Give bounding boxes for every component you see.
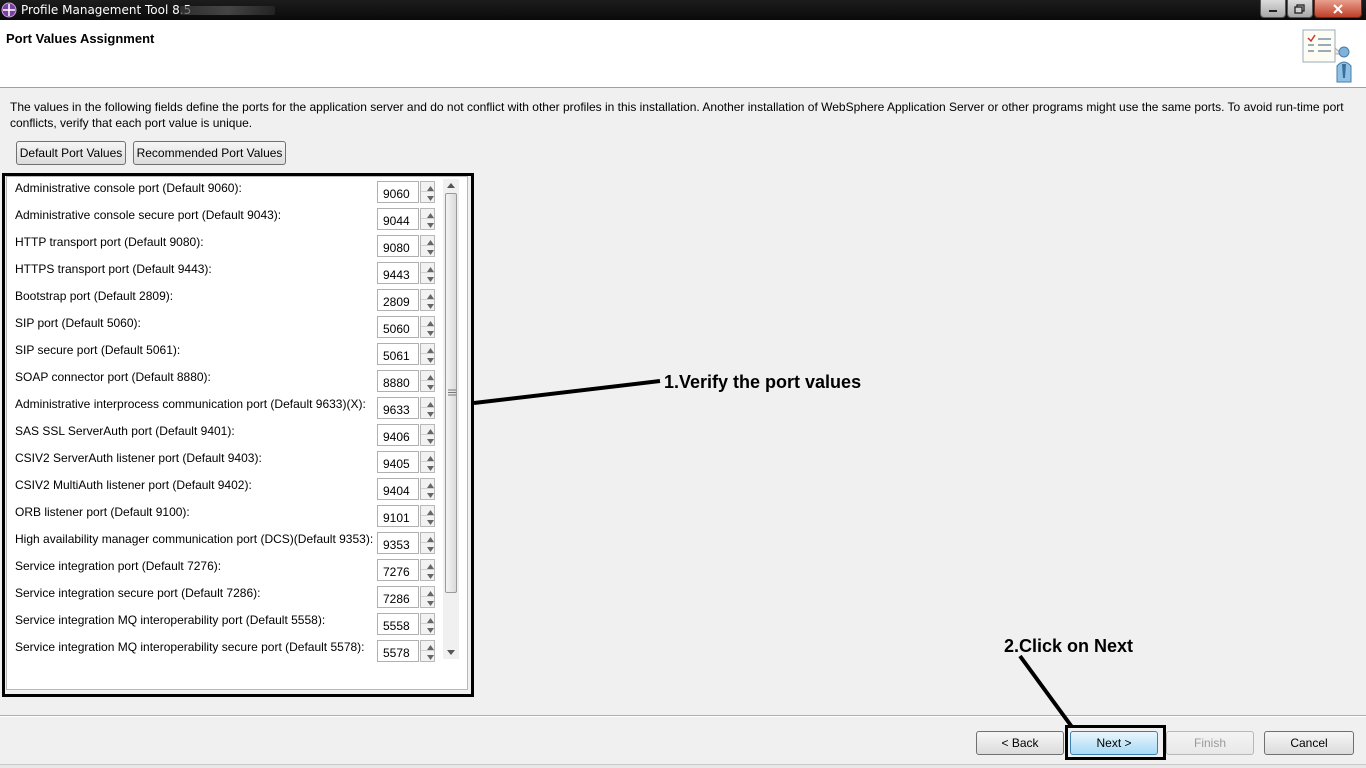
- annotation-verify-ports: 1.Verify the port values: [664, 372, 862, 392]
- annotation-click-next: 2.Click on Next: [1004, 636, 1134, 656]
- annotation-line-next: [1018, 654, 1074, 729]
- annotation-line-ports: [473, 379, 661, 405]
